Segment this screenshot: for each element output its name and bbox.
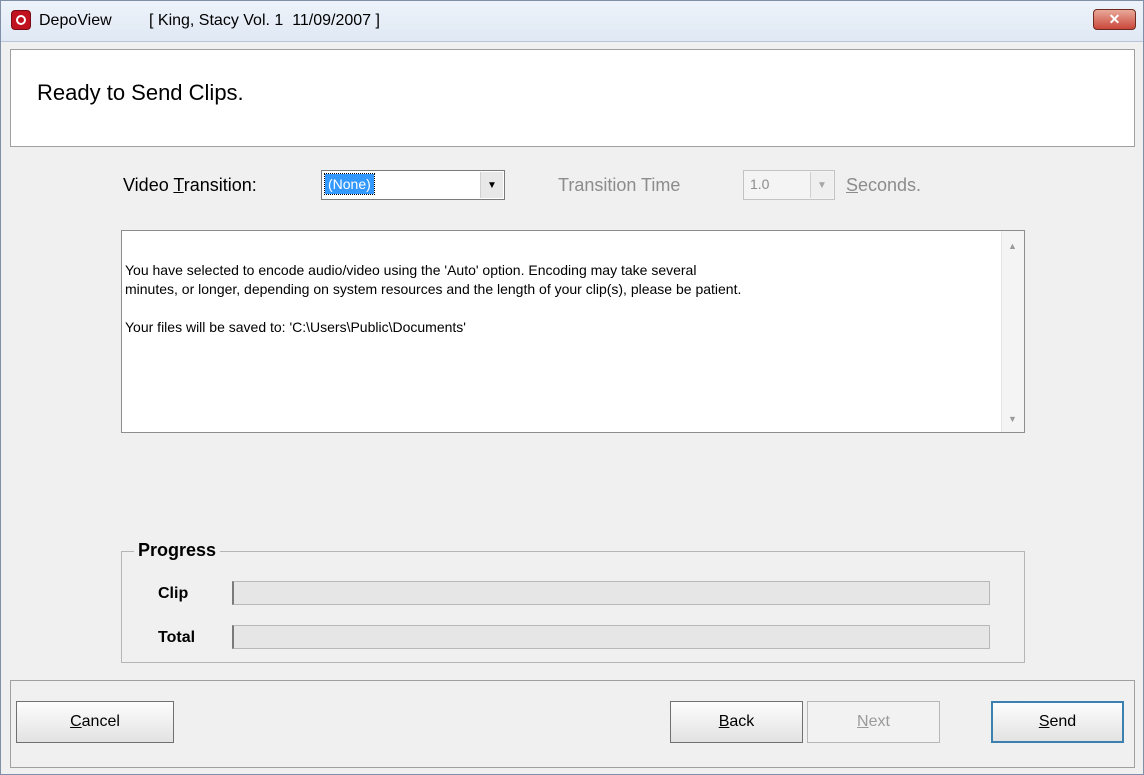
- next-button[interactable]: Next: [807, 701, 940, 743]
- back-button[interactable]: Back: [670, 701, 803, 743]
- scroll-up-icon[interactable]: ▲: [1008, 241, 1017, 251]
- cancel-rest: ancel: [81, 713, 120, 730]
- chevron-down-icon[interactable]: ▼: [480, 172, 503, 198]
- transition-time-label: Transition Time: [558, 175, 681, 195]
- scroll-down-icon[interactable]: ▼: [1008, 414, 1017, 424]
- info-scrollbar[interactable]: ▲ ▼: [1001, 231, 1024, 432]
- total-progress-label: Total: [158, 629, 196, 646]
- send-accel: S: [1038, 713, 1050, 730]
- seconds-label-accel: S: [846, 175, 859, 195]
- send-button[interactable]: Send: [991, 701, 1124, 743]
- next-accel: N: [857, 713, 869, 730]
- progress-group: Progress Clip Total: [121, 540, 1025, 663]
- next-rest: ext: [868, 713, 890, 730]
- info-message-box[interactable]: You have selected to encode audio/video …: [121, 230, 1025, 433]
- seconds-label: Seconds.: [846, 175, 921, 196]
- title-bar[interactable]: DepoView [ King, Stacy Vol. 1 11/09/2007…: [1, 1, 1143, 42]
- back-rest: ack: [729, 713, 755, 730]
- info-message: You have selected to encode audio/video …: [125, 262, 742, 335]
- cancel-accel: C: [70, 713, 82, 730]
- page-title: Ready to Send Clips.: [37, 80, 244, 105]
- footer-panel: [10, 680, 1135, 768]
- video-transition-label-suffix: ransition:: [183, 175, 257, 195]
- seconds-label-rest: econds.: [858, 175, 922, 195]
- progress-group-title: Progress: [134, 540, 221, 561]
- window-title: DepoView: [39, 12, 112, 29]
- transition-time-value: 1.0: [750, 176, 770, 192]
- close-icon[interactable]: ✕: [1093, 9, 1136, 30]
- header-panel: Ready to Send Clips.: [10, 49, 1135, 147]
- video-transition-label-accel: T: [173, 175, 184, 195]
- video-transition-select[interactable]: (None) ▼: [321, 170, 505, 200]
- video-transition-label-prefix: Video: [123, 175, 174, 195]
- clip-progress-label: Clip: [158, 585, 189, 602]
- chevron-down-icon[interactable]: ▼: [810, 172, 833, 198]
- send-rest: end: [1049, 713, 1077, 730]
- cancel-button[interactable]: Cancel: [16, 701, 174, 743]
- transition-time-select[interactable]: 1.0 ▼: [743, 170, 835, 200]
- video-transition-value: (None): [324, 173, 375, 195]
- video-transition-label: Video Transition:: [123, 175, 257, 196]
- clip-progress-bar: [232, 581, 990, 605]
- depoview-logo-icon[interactable]: [11, 10, 31, 30]
- depoview-window: DepoView [ King, Stacy Vol. 1 11/09/2007…: [0, 0, 1144, 775]
- back-accel: B: [718, 713, 730, 730]
- total-progress-bar: [232, 625, 990, 649]
- window-subtitle: [ King, Stacy Vol. 1 11/09/2007 ]: [149, 12, 380, 29]
